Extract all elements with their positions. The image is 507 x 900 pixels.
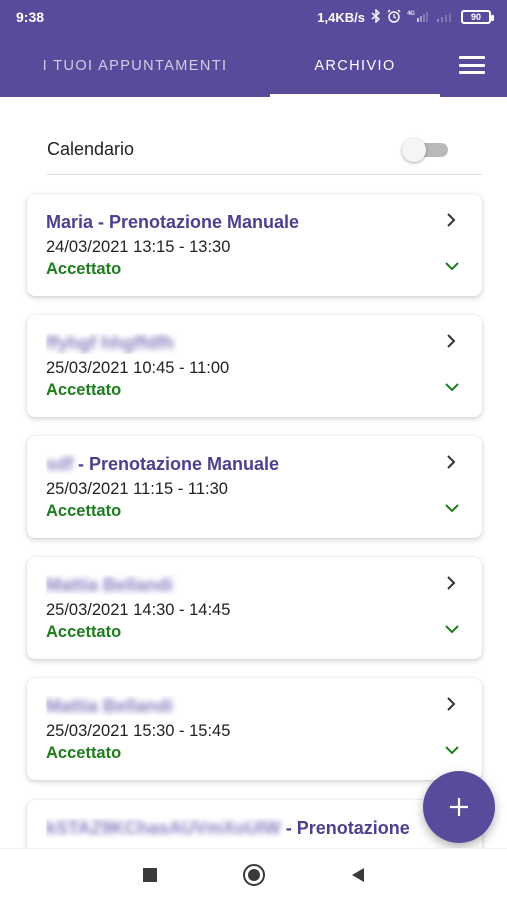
chevron-down-icon[interactable] (443, 381, 461, 393)
tab-label: ARCHIVIO (314, 57, 396, 74)
chevron-down-icon[interactable] (443, 502, 461, 514)
appointment-card[interactable]: Mattia Bellandi 25/03/2021 15:30 - 15:45… (27, 678, 482, 780)
chevron-right-icon[interactable] (444, 453, 458, 471)
battery-icon: 90 (461, 10, 494, 24)
appointment-status: Accettato (46, 623, 122, 641)
network-speed: 1,4KB/s (317, 9, 365, 25)
system-nav-bar (0, 848, 507, 900)
appointment-suffix: - Prenotazione Manuale (73, 454, 280, 474)
appointment-status: Accettato (46, 502, 122, 520)
appointment-name: sdf (46, 454, 73, 474)
calendar-toggle-switch[interactable] (402, 137, 448, 162)
appointment-title: kSTAZ9KChasAUVmXoUIW - Prenotazione (46, 818, 426, 839)
appointment-title: Mattia Bellandi (46, 696, 426, 717)
appointment-title: Mattia Bellandi (46, 575, 426, 596)
chevron-right-icon[interactable] (444, 332, 458, 350)
chevron-right-icon[interactable] (444, 695, 458, 713)
appointment-title: Maria - Prenotazione Manuale (46, 212, 426, 233)
appointment-card[interactable]: ffyhgf hhgffdfh 25/03/2021 10:45 - 11:00… (27, 315, 482, 417)
app-header: 9:38 1,4KB/s 4G 90 I TUOI APPUNTAMENTI A… (0, 0, 507, 97)
alarm-icon (387, 8, 401, 26)
bluetooth-icon (371, 7, 381, 26)
calendar-toggle-row: Calendario (47, 125, 482, 175)
appointment-card[interactable]: sdf - Prenotazione Manuale 25/03/2021 11… (27, 436, 482, 538)
svg-text:4G: 4G (407, 10, 415, 17)
appointment-suffix: - Prenotazione Manuale (93, 212, 300, 232)
calendar-label: Calendario (47, 139, 135, 159)
appointment-name: kSTAZ9KChasAUVmXoUIW (46, 818, 281, 838)
appointment-status: Accettato (46, 744, 122, 762)
tab-label: I TUOI APPUNTAMENTI (42, 57, 228, 74)
add-appointment-button[interactable] (423, 771, 495, 843)
appointment-datetime: 25/03/2021 15:30 - 15:45 (46, 722, 231, 740)
appointment-card[interactable]: Mattia Bellandi 25/03/2021 14:30 - 14:45… (27, 557, 482, 659)
appointment-card[interactable]: Maria - Prenotazione Manuale 24/03/2021 … (27, 194, 482, 296)
hamburger-menu-icon[interactable] (459, 53, 485, 77)
status-time: 9:38 (16, 9, 45, 25)
appointment-status: Accettato (46, 381, 122, 399)
battery-level: 90 (470, 12, 481, 22)
status-icons: 1,4KB/s 4G 90 (317, 7, 494, 26)
appointment-name: ffyhgf hhgffdfh (46, 333, 174, 353)
signal-4g-icon: 4G (407, 9, 429, 25)
back-icon[interactable] (346, 863, 370, 887)
chevron-down-icon[interactable] (443, 623, 461, 635)
chevron-down-icon[interactable] (443, 744, 461, 756)
appointment-name: Mattia Bellandi (46, 575, 174, 595)
appointment-datetime: 25/03/2021 10:45 - 11:00 (46, 359, 230, 377)
appointment-suffix: - Prenotazione (280, 818, 410, 838)
appointment-title: ffyhgf hhgffdfh (46, 333, 426, 354)
recent-apps-icon[interactable] (138, 863, 162, 887)
home-icon[interactable] (242, 863, 266, 887)
appointment-name: Maria (46, 212, 94, 232)
appointment-title: sdf - Prenotazione Manuale (46, 454, 426, 475)
chevron-down-icon[interactable] (443, 260, 461, 272)
chevron-right-icon[interactable] (444, 211, 458, 229)
toggle-thumb (402, 137, 426, 162)
tab-archivio[interactable]: ARCHIVIO (270, 34, 440, 97)
signal-icon (435, 9, 455, 25)
tab-bar: I TUOI APPUNTAMENTI ARCHIVIO (0, 34, 507, 97)
plus-icon (450, 798, 468, 816)
appointment-datetime: 25/03/2021 11:15 - 11:30 (46, 480, 228, 498)
chevron-right-icon[interactable] (444, 574, 458, 592)
appointment-status: Accettato (46, 260, 122, 278)
appointment-datetime: 24/03/2021 13:15 - 13:30 (46, 238, 231, 256)
appointment-name: Mattia Bellandi (46, 696, 174, 716)
status-bar: 9:38 1,4KB/s 4G 90 (0, 0, 507, 34)
tab-i-tuoi-appuntamenti[interactable]: I TUOI APPUNTAMENTI (0, 34, 270, 97)
appointment-datetime: 25/03/2021 14:30 - 14:45 (46, 601, 231, 619)
